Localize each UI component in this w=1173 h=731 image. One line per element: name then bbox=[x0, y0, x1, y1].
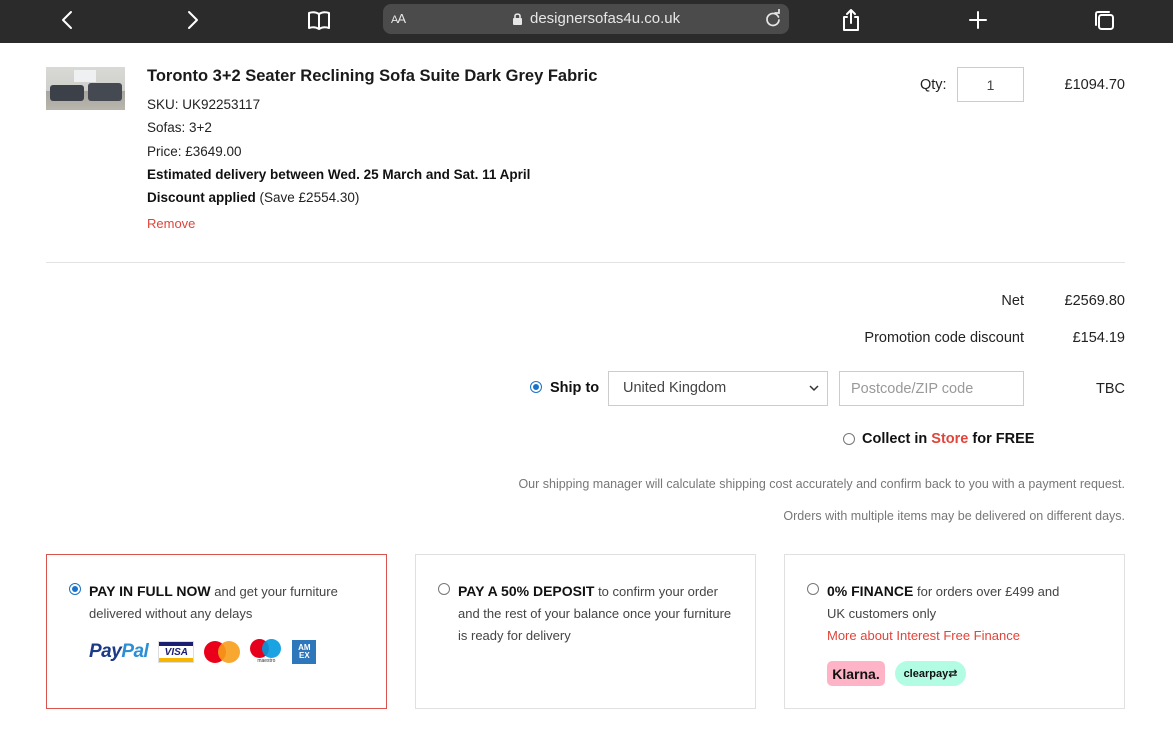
ship-to-label[interactable]: Ship to bbox=[550, 380, 599, 396]
chevron-left-icon bbox=[62, 11, 72, 29]
reload-icon[interactable] bbox=[763, 9, 783, 29]
maestro-logo: maestro bbox=[250, 639, 282, 665]
shipping-note: Our shipping manager will calculate ship… bbox=[518, 477, 1125, 491]
collect-in-store-radio[interactable] bbox=[843, 433, 855, 445]
product-price: Price: £3649.00 bbox=[147, 144, 242, 159]
product-sku: SKU: UK92253117 bbox=[147, 97, 261, 112]
visa-logo: VISA bbox=[158, 641, 195, 663]
paypal-logo: PayPal bbox=[89, 641, 149, 662]
reader-settings-button[interactable]: AA bbox=[391, 11, 406, 26]
discount-applied: Discount applied (Save £2554.30) bbox=[147, 190, 360, 205]
finance-info-link[interactable]: More about Interest Free Finance bbox=[827, 628, 1020, 643]
address-bar[interactable]: AA designersofas4u.co.uk bbox=[383, 4, 789, 34]
share-icon bbox=[843, 9, 859, 31]
estimated-delivery: Estimated delivery between Wed. 25 March… bbox=[147, 167, 531, 182]
new-tab-button[interactable] bbox=[962, 6, 994, 34]
divider bbox=[46, 262, 1125, 263]
finance-option[interactable]: 0% FINANCE for orders over £499 and UK c… bbox=[784, 554, 1125, 709]
country-select[interactable]: United Kingdom bbox=[608, 371, 828, 406]
net-value: £2569.80 bbox=[1064, 293, 1125, 309]
pay-in-full-radio[interactable] bbox=[69, 583, 81, 595]
product-sofas-option: Sofas: 3+2 bbox=[147, 120, 212, 135]
ship-to-radio[interactable] bbox=[530, 381, 542, 393]
line-total-price: £1094.70 bbox=[1064, 77, 1125, 93]
pay-deposit-option[interactable]: PAY A 50% DEPOSIT to confirm your order … bbox=[415, 554, 756, 709]
pay-in-full-option[interactable]: PAY IN FULL NOW and get your furniture d… bbox=[46, 554, 387, 709]
lock-icon bbox=[513, 13, 522, 25]
chevron-down-icon bbox=[809, 385, 819, 392]
multiple-items-note: Orders with multiple items may be delive… bbox=[783, 509, 1125, 523]
forward-button[interactable] bbox=[177, 6, 209, 34]
klarna-logo: Klarna. bbox=[827, 661, 885, 686]
url-text: designersofas4u.co.uk bbox=[530, 10, 681, 27]
remove-item-link[interactable]: Remove bbox=[147, 216, 195, 231]
quantity-input[interactable] bbox=[957, 67, 1024, 102]
finance-radio[interactable] bbox=[807, 583, 819, 595]
qty-label: Qty: bbox=[920, 77, 947, 93]
bnpl-logos: Klarna. clearpay⇄ bbox=[827, 661, 966, 686]
plus-icon bbox=[969, 11, 987, 29]
mastercard-logo bbox=[204, 640, 241, 664]
net-label: Net bbox=[1001, 293, 1024, 309]
finance-text: 0% FINANCE for orders over £499 and UK c… bbox=[827, 583, 1060, 643]
tabs-icon bbox=[1095, 11, 1114, 30]
promo-discount-value: £154.19 bbox=[1072, 330, 1125, 346]
book-icon bbox=[308, 11, 330, 30]
pay-deposit-radio[interactable] bbox=[438, 583, 450, 595]
browser-toolbar: AA designersofas4u.co.uk bbox=[0, 0, 1173, 43]
promo-discount-label: Promotion code discount bbox=[864, 330, 1024, 346]
share-button[interactable] bbox=[835, 6, 867, 34]
shipping-cost-value: TBC bbox=[1096, 381, 1125, 397]
clearpay-logo: clearpay⇄ bbox=[895, 661, 966, 686]
back-button[interactable] bbox=[51, 6, 83, 34]
collect-in-store-label[interactable]: Collect in Store for FREE bbox=[862, 431, 1034, 447]
payment-logos: PayPal VISA maestro AM EX bbox=[89, 639, 317, 665]
product-image[interactable] bbox=[46, 67, 125, 110]
pay-in-full-text: PAY IN FULL NOW and get your furniture d… bbox=[89, 583, 338, 621]
bookmarks-button[interactable] bbox=[303, 6, 335, 34]
postcode-input[interactable] bbox=[839, 371, 1024, 406]
product-title[interactable]: Toronto 3+2 Seater Reclining Sofa Suite … bbox=[147, 67, 597, 86]
tabs-button[interactable] bbox=[1088, 6, 1120, 34]
chevron-right-icon bbox=[188, 11, 198, 29]
country-selected-value: United Kingdom bbox=[623, 380, 727, 396]
amex-logo: AM EX bbox=[292, 640, 317, 664]
pay-deposit-text: PAY A 50% DEPOSIT to confirm your order … bbox=[458, 583, 732, 643]
